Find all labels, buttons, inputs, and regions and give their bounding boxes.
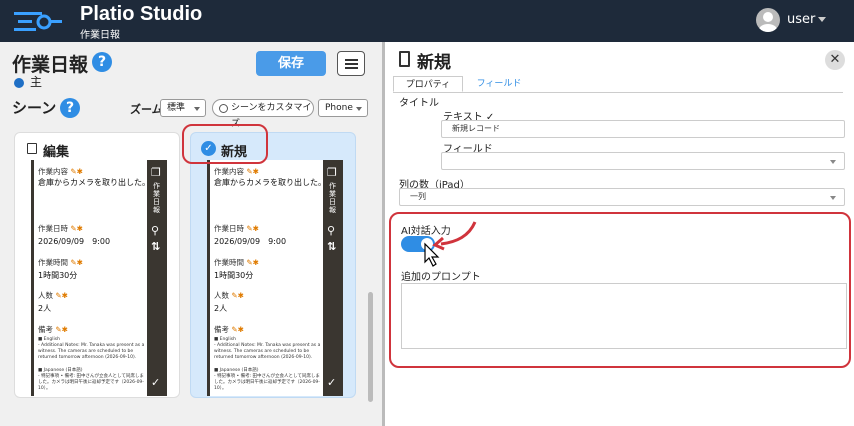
scrollbar[interactable] [368,292,373,402]
title-label: タイトル [399,98,439,109]
field-label: 作業時間 ✎✱ [214,258,259,267]
avatar-icon [756,8,780,32]
checkmark-icon: ✓ [327,376,337,389]
customize-icon [219,104,228,113]
device-select[interactable]: Phone [318,99,368,117]
user-name: user [787,12,816,27]
device-value: Phone [325,103,353,113]
field-value: 2人 [214,304,228,313]
search-icon: ⚲ [327,224,336,237]
save-button[interactable]: 保存 [256,51,326,76]
columns-select[interactable]: 一列 [399,188,845,206]
app-title: Platio Studio [80,3,203,25]
tab-fields[interactable]: フィールド [469,76,529,92]
field-value: 倉庫からカメラを取り出した。 [214,178,323,187]
cursor-icon [424,242,440,267]
hamburger-menu-button[interactable] [337,51,365,76]
phone-preview: 作業内容 ✎✱ 倉庫からカメラを取り出した。 作業日時 ✎✱ 2026/09/0… [31,160,167,396]
panel-title: 新規 [417,53,451,73]
phone-screen: 作業内容 ✎✱ 倉庫からカメラを取り出した。 作業日時 ✎✱ 2026/09/0… [34,160,147,396]
main-dot-icon [14,78,24,88]
zoom-value: 標準 [167,103,186,113]
additional-prompt-textarea[interactable] [401,283,847,349]
card-title: 編集 [43,145,70,160]
scene-card-new[interactable]: ✓ 新規 作業内容 ✎✱ 倉庫からカメラを取り出した。 作業日時 ✎✱ 2026… [190,132,356,398]
note-en: - Additional Notes: Mr. Tanaka was prese… [214,343,321,360]
field-label: 作業時間 ✎✱ [38,258,83,267]
copy-icon: ❐ [151,166,161,179]
tab-underline [393,92,843,93]
copy-icon: ❐ [327,166,337,179]
field-value: 倉庫からカメラを取り出した。 [38,178,147,187]
phone-sidebar: ❐ 作業日報 ⚲ ⇅ ✓ [323,160,343,396]
properties-panel: 新規 ✕ プロパティ フィールド タイトル テキスト ✓ 新規レコード フィール… [385,42,854,426]
side-text: 作業日報 [153,182,160,214]
scene-icon [399,51,410,67]
customize-scene-button[interactable]: シーンをカスタマイズ [212,99,314,129]
close-button[interactable]: ✕ [825,50,845,70]
scene-card-edit[interactable]: 編集 作業内容 ✎✱ 倉庫からカメラを取り出した。 作業日時 ✎✱ 2026/0… [14,132,180,398]
help-icon[interactable]: ? [92,52,112,72]
title-field-select[interactable] [441,152,845,170]
field-label: 作業内容 ✎✱ [38,167,83,176]
checkmark-icon: ✓ [151,376,161,389]
field-label: 人数 ✎✱ [38,291,68,300]
zoom-label: ズーム [130,103,163,116]
field-label: 備考 ✎✱ [214,325,244,334]
note-ja: - 特記事項 • 備考: 田中さんが立会人として同席しました。カメラは明日午後に… [38,374,144,391]
field-value: 2026/09/09 9:00 [38,237,111,246]
zoom-select[interactable]: 標準 [160,99,206,117]
page-title: 作業日報 [12,54,89,76]
field-value: 1時間30分 [214,271,254,280]
title-text-input[interactable]: 新規レコード [441,120,845,138]
field-label: 作業日時 ✎✱ [214,224,259,233]
phone-preview: 作業内容 ✎✱ 倉庫からカメラを取り出した。 作業日時 ✎✱ 2026/09/0… [207,160,343,396]
highlight-new-card [182,124,268,164]
prompt-label: 追加のプロンプト [401,272,481,283]
phone-sidebar: ❐ 作業日報 ⚲ ⇅ ✓ [147,160,167,396]
platio-logo-icon [14,12,62,31]
app-header: Platio Studio 作業日報 user [0,0,854,42]
search-icon: ⚲ [151,224,160,237]
scene-editor: 作業日報 ? 主 保存 シーン ? ズーム 標準 シーンをカスタマイズ Phon… [0,42,382,426]
field-label: 備考 ✎✱ [38,325,68,334]
chevron-down-icon [818,17,826,22]
app-subtitle: 作業日報 [80,30,120,41]
main-label: 主 [30,75,43,89]
field-value: 2人 [38,304,52,313]
scene-label: シーン [12,99,57,117]
sort-icon: ⇅ [151,240,161,253]
tab-properties[interactable]: プロパティ [393,76,463,92]
scene-help-icon[interactable]: ? [60,98,80,118]
columns-value: 一列 [410,192,426,201]
field-value: 1時間30分 [38,271,78,280]
side-text: 作業日報 [329,182,336,214]
phone-screen: 作業内容 ✎✱ 倉庫からカメラを取り出した。 作業日時 ✎✱ 2026/09/0… [210,160,323,396]
edit-scene-icon [27,143,37,154]
sort-icon: ⇅ [327,240,337,253]
field-label: 人数 ✎✱ [214,291,244,300]
note-ja: - 特記事項 • 備考: 田中さんが立会人として同席しました。カメラは明日午後に… [214,374,320,391]
field-label: 作業内容 ✎✱ [214,167,259,176]
note-en: - Additional Notes: Mr. Tanaka was prese… [38,343,145,360]
field-label: 作業日時 ✎✱ [38,224,83,233]
field-value: 2026/09/09 9:00 [214,237,287,246]
